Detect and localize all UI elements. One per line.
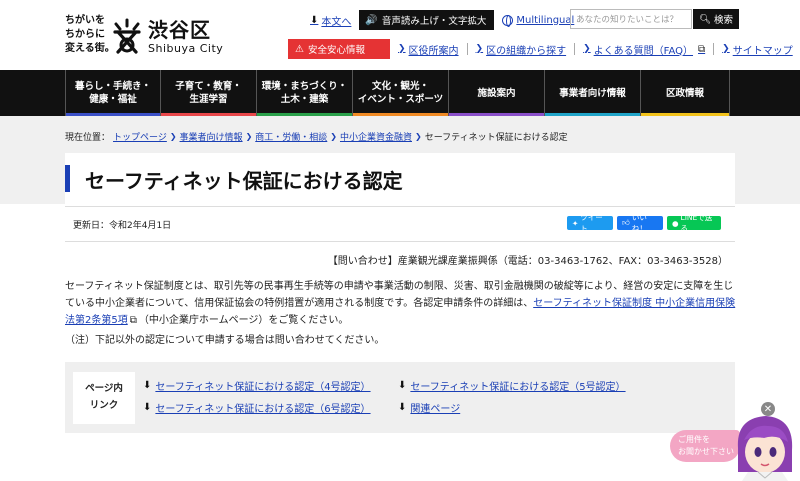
nav-item-facilities[interactable]: 施設案内 [449,70,545,116]
shibuya-logo-icon[interactable] [112,18,142,54]
anchor-link-related[interactable]: ⬇ 関連ページ [398,400,460,415]
twitter-icon: ✦ [572,218,579,228]
divider [466,43,468,55]
title-box: セーフティネット保証における認定 [65,153,735,204]
chevron-right-icon: ❯ [415,132,422,141]
tweet-button[interactable]: ✦ ツイート [567,213,613,233]
voice-readout-button[interactable]: 🔊 音声読み上げ・文字拡大 [359,10,495,30]
anchor-link-5[interactable]: ⬇ セーフティネット保証における認定（5号認定） [398,378,626,393]
divider [65,206,735,207]
page-anchor-box: ページ内 リンク ⬇ セーフティネット保証における認定（4号認定） ⬇ セーフテ… [65,362,735,433]
anchor-label: ページ内 リンク [73,372,135,424]
faq-link[interactable]: ❯ よくある質問（FAQ） ⧉ [583,42,705,57]
logo-roman[interactable]: Shibuya City [148,42,223,55]
external-link-icon: ⧉ [698,43,706,55]
anchor-link-6[interactable]: ⬇ セーフティネット保証における認定（6号認定） [143,400,371,415]
warning-icon: ⚠ [295,43,304,55]
breadcrumb: 現在位置： トップページ ❯ 事業者向け情報 ❯ 商工・労働・相談 ❯ 中小企業… [65,130,568,143]
org-search-link[interactable]: ❯ 区の組織から探す [476,42,567,57]
sitemap-link[interactable]: ❯ サイトマップ [722,42,793,57]
skip-to-content-link[interactable]: ⬇ 本文へ [310,13,351,28]
search-icon: 🔍︎ [698,13,712,25]
line-icon: ● [672,218,679,228]
chevron-right-icon: ❯ [398,44,406,54]
body-paragraph: セーフティネット保証制度とは、取引先等の民事再生手続等の申請や事業活動の制限、災… [65,281,736,326]
breadcrumb-link-business[interactable]: 事業者向け情報 [180,130,243,143]
anchor-link-4[interactable]: ⬇ セーフティネット保証における認定（4号認定） [143,378,371,393]
breadcrumb-current: セーフティネット保証における認定 [424,133,568,143]
chevron-right-icon: ❯ [245,132,253,141]
arrow-down-icon: ⬇ [310,14,319,26]
chevron-right-icon: ❯ [475,44,484,54]
search-button[interactable]: 🔍︎ 検索 [693,9,739,29]
arrow-down-icon: ⬇ [143,380,152,391]
arrow-down-icon: ⬇ [143,402,152,413]
utility-row-top: ⬇ 本文へ 🔊 音声読み上げ・文字拡大 Multilingual [310,10,574,30]
external-link-icon: ⧉ [129,315,137,326]
facebook-like-button[interactable]: 👍︎ いいね！ [617,213,663,233]
nav-item-childcare[interactable]: 子育て・教育・ 生涯学習 [161,70,257,116]
site-tagline: ちがいを ちからに 変える街。 [65,15,115,54]
city-hall-guide-link[interactable]: ❯ 区役所案内 [398,42,459,57]
nav-item-environment[interactable]: 環境・まちづくり・ 土木・建築 [257,70,353,116]
globe-icon [502,14,514,27]
global-nav: 暮らし・手続き・ 健康・福祉 子育て・教育・ 生涯学習 環境・まちづくり・ 土木… [0,70,800,116]
thumbs-up-icon: 👍︎ [622,218,630,227]
divider [713,43,715,55]
chevron-right-icon: ❯ [583,44,591,54]
multilingual-link[interactable]: Multilingual [502,14,574,27]
page-title: セーフティネット保証における認定 [85,169,403,193]
updated-date: 更新日：令和2年4月1日 [73,221,172,231]
note-text: （注）下記以外の認定について申請する場合は問い合わせてください。 [65,335,385,346]
site-header: ちがいを ちからに 変える街。 渋谷区 Shibuya City ⬇ 本文へ 🔊… [0,0,800,70]
breadcrumb-link-commerce[interactable]: 商工・労働・相談 [255,130,327,143]
chevron-right-icon: ❯ [722,44,730,54]
safety-info-button[interactable]: ⚠ 安全安心情報 [288,39,390,59]
chevron-right-icon: ❯ [330,132,337,141]
utility-row-bottom: ⚠ 安全安心情報 ❯ 区役所案内 ❯ 区の組織から探す ❯ よくある質問（FAQ… [288,39,793,59]
nav-item-business[interactable]: 事業者向け情報 [545,70,641,116]
search-input[interactable]: あなたの知りたいことは？ [570,9,692,29]
arrow-down-icon: ⬇ [398,402,407,413]
nav-item-living[interactable]: 暮らし・手続き・ 健康・福祉 [65,70,161,116]
inquiry-info: 【問い合わせ】産業観光課産業振興係（電話：03-3463-1762、FAX：03… [327,256,728,267]
divider [65,241,735,242]
chevron-right-icon: ❯ [169,132,177,141]
title-accent-bar [65,165,70,192]
nav-item-culture[interactable]: 文化・観光・ イベント・スポーツ [353,70,449,116]
arrow-down-icon: ⬇ [398,380,407,391]
chat-assistant-avatar[interactable] [728,412,800,481]
breadcrumb-link-financing[interactable]: 中小企業資金融資 [340,130,412,143]
divider [574,43,576,55]
logo-name[interactable]: 渋谷区 [148,14,211,43]
speaker-icon: 🔊 [365,14,378,26]
breadcrumb-link-top[interactable]: トップページ [113,130,167,143]
line-share-button[interactable]: ● LINEで送る [667,213,721,233]
nav-item-government[interactable]: 区政情報 [641,70,730,116]
